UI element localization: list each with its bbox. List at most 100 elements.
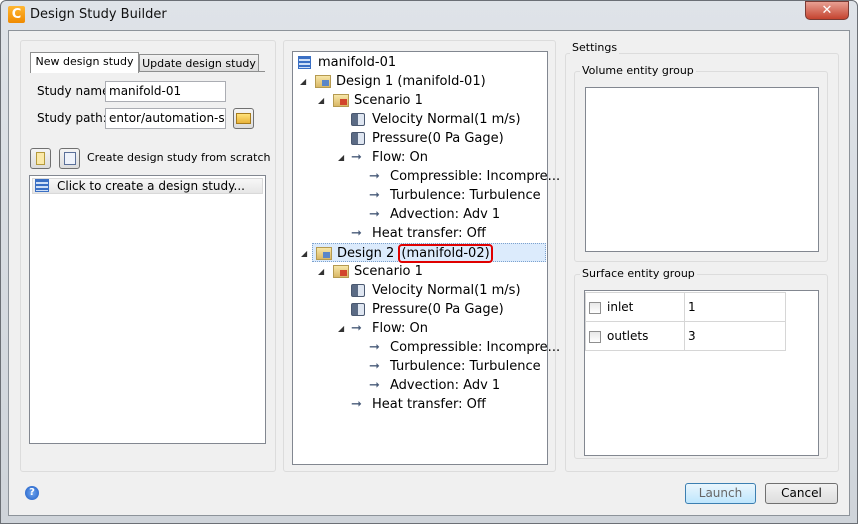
surface-entity-table[interactable]: inlet 1 outlets 3 (584, 290, 819, 456)
tree-node[interactable]: ➞ Advection: Adv 1 (294, 205, 546, 224)
tree-node-label: Flow: On (372, 150, 428, 165)
blank-page-icon (64, 152, 76, 165)
study-name-input[interactable]: manifold-01 (105, 81, 226, 102)
scenario-folder-icon (333, 94, 349, 107)
cancel-button[interactable]: Cancel (765, 483, 838, 504)
browse-folder-button[interactable] (233, 108, 254, 129)
study-icon (298, 56, 311, 69)
list-item-label: Click to create a design study... (57, 179, 245, 193)
tree-node[interactable]: ➞ Heat transfer: Off (294, 395, 546, 414)
design-folder-icon (316, 247, 332, 260)
surface-name: outlets (607, 329, 649, 343)
surface-name: inlet (607, 300, 634, 314)
expander-icon[interactable]: ◢ (301, 244, 307, 263)
arrow-icon: ➞ (351, 321, 362, 336)
tree-node[interactable]: ◢ ➞ Flow: On (294, 148, 546, 167)
folder-open-icon (236, 113, 251, 124)
tree-node[interactable]: ➞ Compressible: Incompre... (294, 338, 560, 357)
tree-node[interactable]: Velocity Normal(1 m/s) (294, 110, 546, 129)
highlight-box: (manifold-02) (398, 244, 493, 263)
tree-node-label: Velocity Normal(1 m/s) (372, 112, 521, 127)
close-button[interactable]: ✕ (805, 1, 849, 20)
study-list-icon (35, 179, 49, 192)
tree-node-label: Scenario 1 (354, 93, 423, 108)
tree-node[interactable]: ➞ Turbulence: Turbulence (294, 357, 546, 376)
tree-node-label: Pressure(0 Pa Gage) (372, 131, 504, 146)
design-folder-icon (315, 75, 331, 88)
blank-page-button[interactable] (59, 148, 80, 169)
tree-node-label: Turbulence: Turbulence (390, 188, 541, 203)
document-icon (36, 152, 45, 165)
tree-node[interactable]: ➞ Heat transfer: Off (294, 224, 546, 243)
help-button[interactable]: ? (25, 486, 39, 500)
tree-node[interactable]: ➞ Compressible: Incompre... (294, 167, 560, 186)
tree-node[interactable]: Pressure(0 Pa Gage) (294, 129, 546, 148)
study-path-input[interactable]: entor/automation-study (105, 108, 226, 129)
arrow-icon: ➞ (369, 340, 380, 355)
tree-node-label: Compressible: Incompre... (390, 340, 561, 355)
boundary-condition-icon (351, 113, 365, 126)
expander-icon[interactable]: ◢ (318, 91, 324, 110)
tree-node-label: Scenario 1 (354, 264, 423, 279)
tree-node-label: manifold-01 (318, 55, 397, 70)
surface-count: 1 (684, 292, 786, 322)
tree-node-label: Design 2 (manifold-02) (337, 244, 493, 263)
expander-icon[interactable]: ◢ (318, 262, 324, 281)
expander-icon[interactable]: ◢ (338, 148, 344, 167)
tree-node-label: Heat transfer: Off (372, 226, 486, 241)
volume-entity-list[interactable] (585, 87, 819, 252)
tab-new-design-study[interactable]: New design study (30, 52, 139, 73)
launch-button[interactable]: Launch (685, 483, 756, 504)
tree-node[interactable]: ➞ Turbulence: Turbulence (294, 186, 546, 205)
boundary-condition-icon (351, 303, 365, 316)
tree-node[interactable]: ➞ Advection: Adv 1 (294, 376, 546, 395)
outlets-checkbox[interactable] (589, 330, 601, 343)
volume-group-label: Volume entity group (580, 64, 696, 77)
study-path-label: Study path: (37, 111, 107, 125)
app-logo-icon: C (8, 6, 25, 23)
tree-node-label: Heat transfer: Off (372, 397, 486, 412)
tree-node-label: Advection: Adv 1 (390, 378, 501, 393)
surface-count: 3 (684, 321, 786, 351)
window-title: Design Study Builder (30, 7, 167, 22)
arrow-icon: ➞ (351, 150, 362, 165)
tree-node[interactable]: ◢ ➞ Flow: On (294, 319, 546, 338)
arrow-icon: ➞ (369, 207, 380, 222)
tree-node[interactable]: Pressure(0 Pa Gage) (294, 300, 546, 319)
expander-icon[interactable]: ◢ (338, 319, 344, 338)
boundary-condition-icon (351, 132, 365, 145)
arrow-icon: ➞ (351, 397, 362, 412)
tree-node[interactable]: manifold-01 (294, 53, 546, 72)
expander-icon[interactable]: ◢ (300, 72, 306, 91)
arrow-icon: ➞ (369, 188, 380, 203)
tree-node[interactable]: ◢ Scenario 1 (294, 262, 546, 281)
tree-node[interactable]: Velocity Normal(1 m/s) (294, 281, 546, 300)
inlet-checkbox[interactable] (589, 301, 601, 314)
new-document-button[interactable] (30, 148, 51, 169)
tree-node[interactable]: ◢ Design 2 (manifold-02) (301, 243, 546, 263)
arrow-icon: ➞ (351, 226, 362, 241)
arrow-icon: ➞ (369, 169, 380, 184)
tree-node-label: Flow: On (372, 321, 428, 336)
list-item-create[interactable]: Click to create a design study... (32, 178, 263, 194)
surface-group-label: Surface entity group (580, 267, 697, 280)
settings-title: Settings (570, 41, 620, 54)
create-from-scratch-label: Create design study from scratch (87, 151, 271, 164)
arrow-icon: ➞ (369, 378, 380, 393)
scenario-folder-icon (333, 265, 349, 278)
tree-node-label: Pressure(0 Pa Gage) (372, 302, 504, 317)
tab-update-design-study[interactable]: Update design study (139, 54, 259, 72)
study-name-label: Study name: (37, 84, 114, 98)
design-study-list[interactable] (29, 175, 266, 444)
tree-node-label: Compressible: Incompre... (390, 169, 561, 184)
tree-node-label: Velocity Normal(1 m/s) (372, 283, 521, 298)
table-row[interactable]: outlets 3 (585, 321, 786, 351)
tree-node-label: Turbulence: Turbulence (390, 359, 541, 374)
table-row[interactable]: inlet 1 (585, 292, 786, 322)
boundary-condition-icon (351, 284, 365, 297)
tree-node-label: Advection: Adv 1 (390, 207, 501, 222)
tree-node[interactable]: ◢ Design 1 (manifold-01) (294, 72, 546, 91)
tree-node[interactable]: ◢ Scenario 1 (294, 91, 546, 110)
arrow-icon: ➞ (369, 359, 380, 374)
tree-node-label: Design 1 (manifold-01) (336, 74, 486, 89)
